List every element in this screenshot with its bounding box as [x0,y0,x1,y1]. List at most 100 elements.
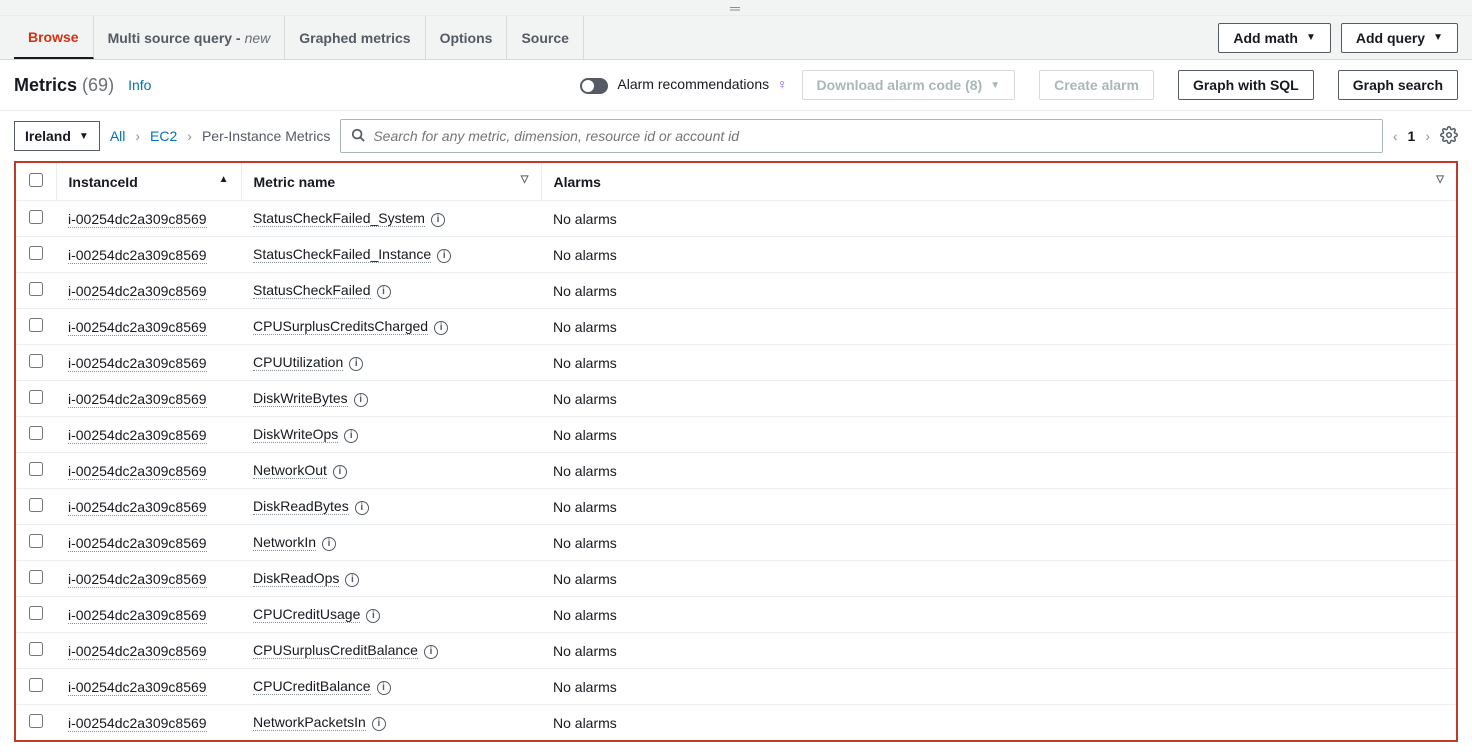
metric-name-link[interactable]: CPUSurplusCreditBalance [253,642,418,659]
alarms-cell: No alarms [541,669,1456,705]
info-icon[interactable]: i [377,285,391,299]
metric-name-link[interactable]: DiskReadBytes [253,498,349,515]
instance-id-link[interactable]: i-00254dc2a309c8569 [68,571,207,588]
instance-id-link[interactable]: i-00254dc2a309c8569 [68,427,207,444]
select-all-checkbox[interactable] [29,173,43,187]
instance-id-link[interactable]: i-00254dc2a309c8569 [68,247,207,264]
instance-id-link[interactable]: i-00254dc2a309c8569 [68,463,207,480]
row-checkbox[interactable] [29,282,43,296]
info-icon[interactable]: i [349,357,363,371]
tab-source[interactable]: Source [507,16,583,59]
instance-id-link[interactable]: i-00254dc2a309c8569 [68,211,207,228]
next-page-button[interactable]: › [1425,128,1430,144]
add-query-button[interactable]: Add query ▼ [1341,23,1458,53]
metric-name-link[interactable]: NetworkIn [253,534,316,551]
metric-name-link[interactable]: NetworkOut [253,462,327,479]
instance-id-link[interactable]: i-00254dc2a309c8569 [68,679,207,696]
col-instance-id[interactable]: InstanceId ▲ [56,163,241,201]
col-alarms[interactable]: Alarms ▽ [541,163,1456,201]
info-icon[interactable]: i [366,609,380,623]
instance-id-link[interactable]: i-00254dc2a309c8569 [68,715,207,732]
metric-name-link[interactable]: DiskWriteBytes [253,390,348,407]
metric-name-link[interactable]: CPUCreditBalance [253,678,371,695]
info-icon[interactable]: i [322,537,336,551]
info-icon[interactable]: i [372,717,386,731]
instance-id-link[interactable]: i-00254dc2a309c8569 [68,355,207,372]
col-select-all [16,163,56,201]
row-checkbox[interactable] [29,390,43,404]
instance-id-link[interactable]: i-00254dc2a309c8569 [68,643,207,660]
info-icon[interactable]: i [377,681,391,695]
instance-id-link[interactable]: i-00254dc2a309c8569 [68,319,207,336]
info-icon[interactable]: i [437,249,451,263]
info-icon[interactable]: i [333,465,347,479]
add-math-button[interactable]: Add math ▼ [1218,23,1330,53]
instance-id-link[interactable]: i-00254dc2a309c8569 [68,283,207,300]
row-checkbox[interactable] [29,642,43,656]
info-icon[interactable]: i [345,573,359,587]
metric-name-link[interactable]: StatusCheckFailed_System [253,210,425,227]
graph-with-sql-button[interactable]: Graph with SQL [1178,70,1314,100]
row-checkbox[interactable] [29,714,43,728]
table-row: i-00254dc2a309c8569 CPUCreditBalance i No a… [16,669,1456,705]
row-checkbox[interactable] [29,534,43,548]
metric-name-link[interactable]: DiskWriteOps [253,426,338,443]
page-title: Metrics (69) [14,75,114,96]
add-query-label: Add query [1356,30,1425,46]
metric-name-link[interactable]: StatusCheckFailed_Instance [253,246,431,263]
info-icon[interactable]: i [434,321,448,335]
row-checkbox[interactable] [29,426,43,440]
search-input[interactable] [373,128,1372,144]
metric-name-link[interactable]: CPUUtilization [253,354,343,371]
alarm-recommendations-toggle[interactable]: Alarm recommendations ♀ [580,76,787,93]
tab-multi-source-query[interactable]: Multi source query - new [94,16,286,59]
table-row: i-00254dc2a309c8569DiskReadOpsiNo alarms [16,561,1456,597]
create-alarm-button[interactable]: Create alarm [1039,70,1154,100]
metric-name-link[interactable]: CPUCreditUsage [253,606,360,623]
instance-id-link[interactable]: i-00254dc2a309c8569 [68,499,207,516]
header-bar: Metrics (69) Info Alarm recommendations … [0,60,1472,111]
col-metric-name[interactable]: Metric name ▽ [241,163,541,201]
caret-down-icon: ▼ [1433,32,1443,43]
info-link[interactable]: Info [128,77,151,93]
metric-name-link[interactable]: StatusCheckFailed [253,282,371,299]
alarms-cell: No alarms [541,273,1456,309]
region-selector[interactable]: Ireland ▼ [14,121,100,151]
alarms-cell: No alarms [541,309,1456,345]
row-checkbox[interactable] [29,498,43,512]
graph-search-button[interactable]: Graph search [1338,70,1458,100]
row-checkbox[interactable] [29,210,43,224]
row-checkbox[interactable] [29,246,43,260]
row-checkbox[interactable] [29,570,43,584]
info-icon[interactable]: i [355,501,369,515]
col-alarms-label: Alarms [554,174,601,190]
breadcrumb-ec2[interactable]: EC2 [150,128,177,144]
tab-browse[interactable]: Browse [14,16,94,59]
instance-id-link[interactable]: i-00254dc2a309c8569 [68,535,207,552]
info-icon[interactable]: i [354,393,368,407]
download-alarm-code-button[interactable]: Download alarm code (8) ▼ [802,70,1016,100]
row-checkbox[interactable] [29,354,43,368]
row-checkbox[interactable] [29,318,43,332]
settings-button[interactable] [1440,126,1458,147]
info-icon[interactable]: i [431,213,445,227]
breadcrumb-per-instance: Per-Instance Metrics [202,128,330,144]
row-checkbox[interactable] [29,462,43,476]
metric-name-link[interactable]: DiskReadOps [253,570,339,587]
row-checkbox[interactable] [29,606,43,620]
panel-drag-handle[interactable]: ═ [0,0,1472,16]
tab-graphed-metrics[interactable]: Graphed metrics [285,16,425,59]
search-box[interactable] [340,119,1383,153]
table-row: i-00254dc2a309c8569DiskReadBytesiNo alar… [16,489,1456,525]
metric-name-link[interactable]: CPUSurplusCreditsCharged [253,318,428,335]
instance-id-link[interactable]: i-00254dc2a309c8569 [68,391,207,408]
instance-id-link[interactable]: i-00254dc2a309c8569 [68,607,207,624]
metrics-table-wrap: InstanceId ▲ Metric name ▽ Alarms ▽ i-00… [14,161,1458,742]
breadcrumb-all[interactable]: All [110,128,126,144]
filter-icon: ▽ [1436,174,1444,185]
prev-page-button[interactable]: ‹ [1393,128,1398,144]
info-icon[interactable]: i [424,645,438,659]
info-icon[interactable]: i [344,429,358,443]
tab-options[interactable]: Options [426,16,508,59]
row-checkbox[interactable] [29,678,43,692]
